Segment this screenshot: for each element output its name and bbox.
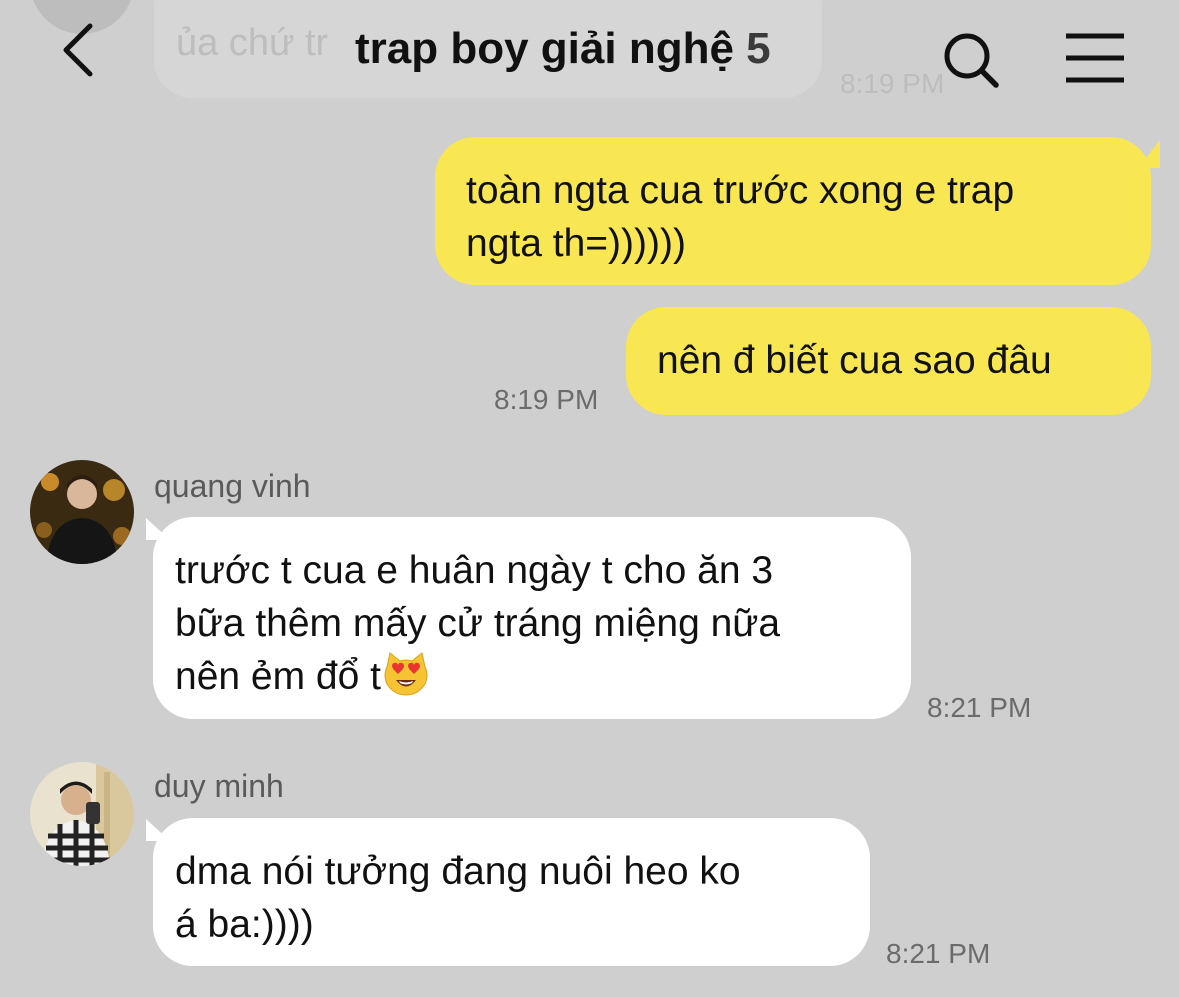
message-time-faded: 8:19 PM xyxy=(840,68,945,99)
search-icon xyxy=(944,33,999,88)
message-time: 8:21 PM xyxy=(886,938,991,969)
message-bubble-incoming[interactable]: trước t cua e huân ngày t cho ăn 3 bữa t… xyxy=(153,517,911,719)
avatar-quang-vinh xyxy=(30,460,134,564)
message-text-faded: ủa chứ tr xyxy=(176,22,329,64)
sender-name: duy minh xyxy=(154,768,284,804)
message-text: trước t cua e huân ngày t cho ăn 3 bữa t… xyxy=(175,549,781,698)
avatar[interactable] xyxy=(30,460,134,564)
avatar[interactable] xyxy=(30,762,134,866)
menu-button[interactable] xyxy=(1058,28,1134,88)
group-name: trap boy giải nghệ xyxy=(355,24,734,73)
member-count: 5 xyxy=(746,24,771,73)
message-text: dma nói tưởng đang nuôi heo ko á ba:)))) xyxy=(175,850,741,946)
chevron-left-icon xyxy=(63,23,93,77)
message-bubble-incoming[interactable]: dma nói tưởng đang nuôi heo ko á ba:)))) xyxy=(153,818,870,966)
menu-icon xyxy=(1066,33,1124,83)
chat-screen: ủa chứ tr 8:19 PM trap boy giải nghệ 5 t… xyxy=(0,0,1179,997)
message-bubble-outgoing[interactable]: toàn ngta cua trước xong e trap ngta th=… xyxy=(435,137,1151,285)
search-button[interactable] xyxy=(935,24,1007,96)
message-time: 8:21 PM xyxy=(927,692,1032,723)
message-time: 8:19 PM xyxy=(494,384,599,415)
sender-name: quang vinh xyxy=(154,468,311,504)
message-text: nên đ biết cua sao đâu xyxy=(657,339,1052,382)
avatar-duy-minh xyxy=(30,762,134,866)
message-text: toàn ngta cua trước xong e trap ngta th=… xyxy=(466,169,1015,265)
back-button[interactable] xyxy=(50,18,114,82)
message-bubble-outgoing[interactable]: nên đ biết cua sao đâu xyxy=(626,307,1151,415)
heart-eyes-cat-emoji xyxy=(381,651,431,697)
chat-title[interactable]: trap boy giải nghệ 5 xyxy=(355,24,771,74)
